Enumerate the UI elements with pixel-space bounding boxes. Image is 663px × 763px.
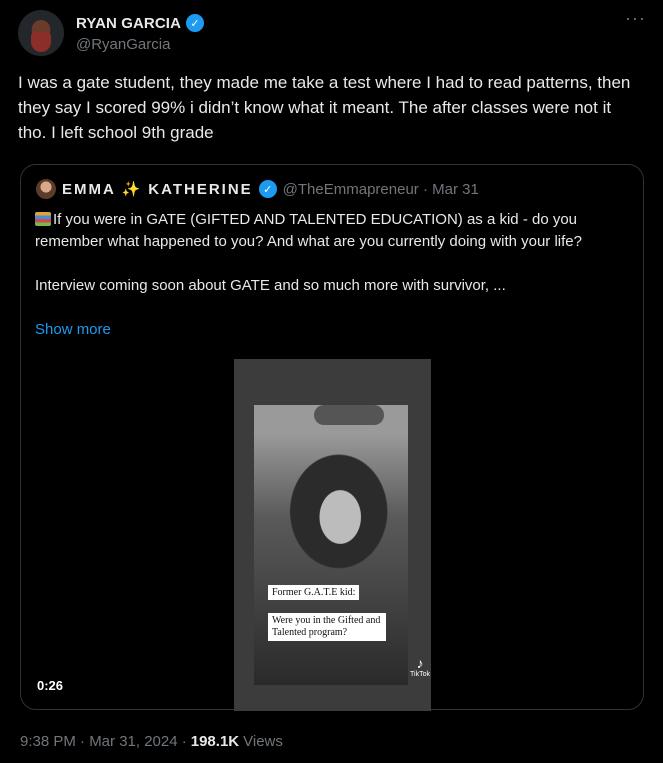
- tiktok-label: TikTok: [410, 671, 430, 678]
- tiktok-icon: ♪: [416, 655, 424, 671]
- quoted-text-1: If you were in GATE (GIFTED AND TALENTED…: [35, 211, 582, 250]
- video-player[interactable]: Former G.A.T.E kid: Were you in the Gift…: [234, 359, 431, 711]
- show-more-link[interactable]: Show more: [35, 321, 111, 338]
- tweet-footer: 9:38 PM · Mar 31, 2024 · 198.1K Views: [20, 733, 283, 750]
- quoted-tweet[interactable]: EMMA ✨ KATHERINE ✓ @TheEmmapreneur · Mar…: [20, 164, 644, 711]
- author-handle[interactable]: @RyanGarcia: [76, 36, 170, 53]
- video-frame: Former G.A.T.E kid: Were you in the Gift…: [254, 405, 430, 685]
- views-label: Views: [243, 733, 283, 750]
- books-emoji-icon: [35, 212, 51, 226]
- author-name[interactable]: RYAN GARCIA: [76, 15, 181, 32]
- sunglasses-shape: [314, 405, 384, 425]
- quoted-text-2: Interview coming soon about GATE and so …: [35, 277, 506, 294]
- quoted-tweet-text: If you were in GATE (GIFTED AND TALENTED…: [35, 209, 635, 297]
- tweet-text: I was a gate student, they made me take …: [18, 73, 631, 142]
- tweet-timestamp[interactable]: 9:38 PM · Mar 31, 2024 ·: [20, 733, 187, 750]
- quoted-author-name[interactable]: EMMA ✨ KATHERINE: [62, 180, 253, 198]
- tiktok-watermark: ♪ TikTok: [410, 655, 430, 678]
- video-caption-2: Were you in the Gifted and Talented prog…: [268, 613, 386, 641]
- views-count[interactable]: 198.1K: [191, 733, 239, 750]
- quoted-author-meta[interactable]: @TheEmmapreneur · Mar 31: [283, 181, 479, 198]
- video-duration: 0:26: [37, 678, 64, 693]
- author-name-row[interactable]: RYAN GARCIA ✓: [76, 14, 205, 32]
- more-icon[interactable]: ···: [625, 8, 646, 29]
- quoted-author-avatar[interactable]: [36, 179, 56, 199]
- quoted-tweet-header: EMMA ✨ KATHERINE ✓ @TheEmmapreneur · Mar…: [36, 179, 479, 199]
- video-caption-1: Former G.A.T.E kid:: [268, 585, 360, 600]
- author-avatar[interactable]: [18, 10, 64, 56]
- verified-badge-icon: ✓: [186, 14, 205, 32]
- verified-badge-icon: ✓: [258, 180, 277, 198]
